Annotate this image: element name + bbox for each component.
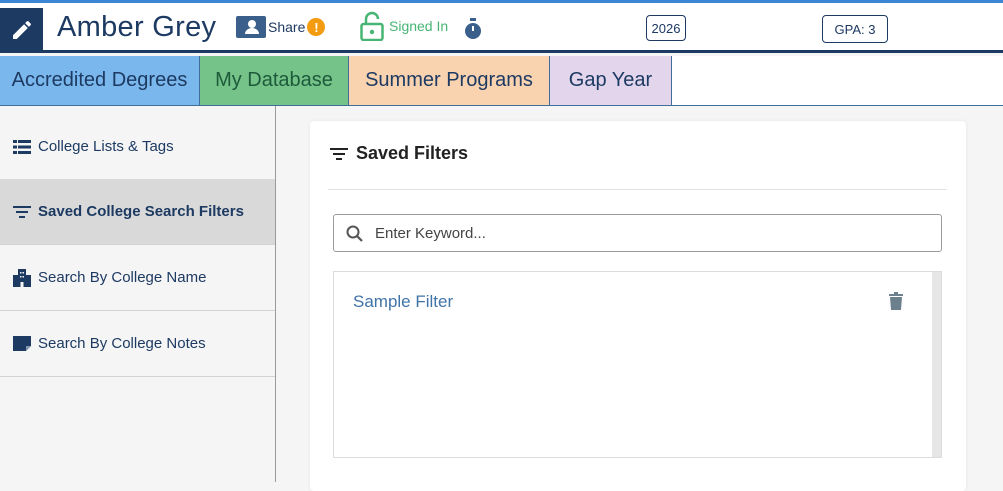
tab-summer-programs[interactable]: Summer Programs xyxy=(349,56,550,105)
warning-badge: ! xyxy=(307,18,326,36)
header: Amber Grey Share ! Signed In 2026 GPA: 3 xyxy=(0,3,1003,53)
tab-my-database[interactable]: My Database xyxy=(200,56,349,105)
keyword-search-input[interactable] xyxy=(375,224,915,242)
saved-filters-panel: Saved Filters Sample Filter xyxy=(310,121,966,491)
filter-icon xyxy=(12,202,32,222)
main-tabs: Accredited Degrees My Database Summer Pr… xyxy=(0,56,1003,106)
panel-title: Saved Filters xyxy=(330,143,468,164)
signed-in-label: Signed In xyxy=(389,18,449,34)
panel-title-text: Saved Filters xyxy=(356,143,469,163)
pencil-icon xyxy=(12,20,31,39)
unlock-icon xyxy=(360,11,384,41)
gpa-badge[interactable]: GPA: 3 xyxy=(822,15,888,43)
signed-in-status[interactable]: Signed In xyxy=(360,11,448,41)
stopwatch-button[interactable] xyxy=(463,18,483,45)
sidebar-item-search-by-name[interactable]: Search By College Name xyxy=(0,245,275,311)
trash-icon xyxy=(889,292,903,310)
sidebar-item-label: Search By College Notes xyxy=(38,335,206,352)
sidebar: College Lists & Tags Saved College Searc… xyxy=(0,106,276,482)
delete-filter-button[interactable] xyxy=(889,292,903,315)
edit-profile-button[interactable] xyxy=(0,8,43,51)
list-scrollbar[interactable] xyxy=(932,272,941,457)
saved-filter-link[interactable]: Sample Filter xyxy=(353,292,453,312)
sidebar-item-label: Saved College Search Filters xyxy=(38,203,244,220)
building-icon xyxy=(12,268,32,288)
tab-accredited-degrees[interactable]: Accredited Degrees xyxy=(0,56,200,105)
list-icon xyxy=(12,137,32,157)
sidebar-item-search-by-notes[interactable]: Search By College Notes xyxy=(0,311,275,377)
sidebar-item-saved-filters[interactable]: Saved College Search Filters xyxy=(0,179,275,245)
search-icon xyxy=(346,225,363,242)
stopwatch-icon xyxy=(465,18,481,39)
filter-icon xyxy=(330,147,348,160)
divider xyxy=(328,189,947,190)
student-name: Amber Grey xyxy=(57,11,217,43)
share-button[interactable]: Share ! xyxy=(236,15,326,39)
note-icon xyxy=(12,334,32,354)
sidebar-item-label: Search By College Name xyxy=(38,269,207,286)
keyword-search[interactable] xyxy=(333,214,942,252)
share-label: Share xyxy=(268,19,306,35)
sidebar-item-college-lists[interactable]: College Lists & Tags xyxy=(0,114,275,180)
class-year-badge[interactable]: 2026 xyxy=(646,15,686,41)
tab-gap-year[interactable]: Gap Year xyxy=(550,56,672,105)
contact-card-icon xyxy=(236,16,266,38)
sidebar-item-label: College Lists & Tags xyxy=(38,138,174,155)
saved-filters-list: Sample Filter xyxy=(333,271,942,458)
